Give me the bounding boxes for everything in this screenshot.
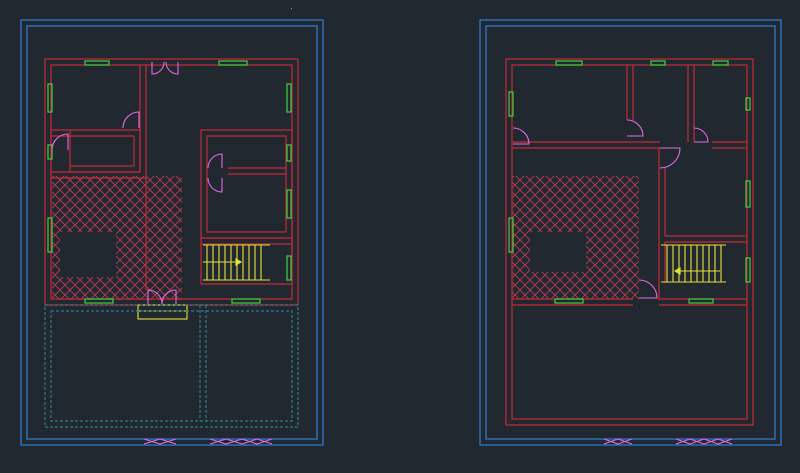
stray-marks	[291, 8, 292, 9]
ground-floor-plan	[20, 19, 324, 446]
parking-dashed-outline	[44, 304, 299, 428]
court-opening	[530, 232, 586, 272]
first-floor-plan	[479, 19, 782, 446]
staircase	[203, 244, 270, 281]
entry-step	[137, 304, 188, 320]
gates	[143, 438, 273, 445]
court-opening	[60, 232, 116, 277]
cad-drawing-canvas	[20, 8, 782, 446]
staircase	[661, 244, 726, 283]
gates	[603, 438, 733, 445]
